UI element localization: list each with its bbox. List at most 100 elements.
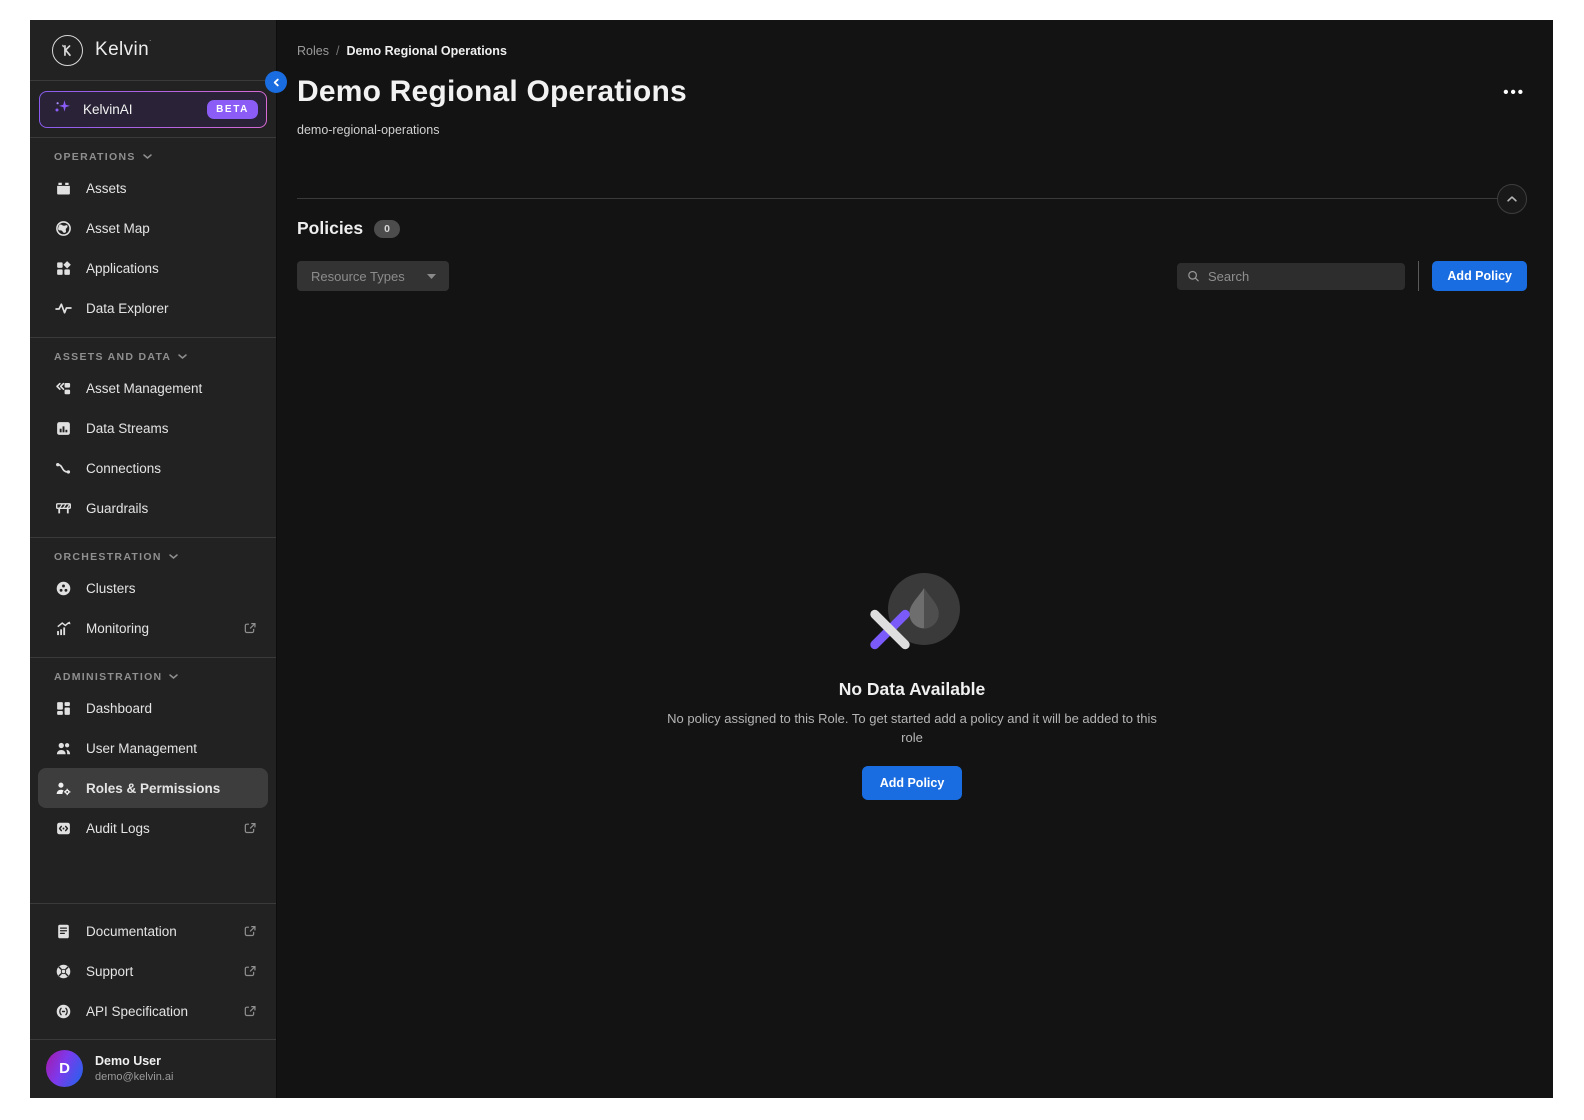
sidebar-item-label: KelvinAI [83,102,133,117]
section-heading-label: ASSETS AND DATA [54,351,171,363]
policies-section-header: Policies 0 [297,218,1527,239]
sidebar-item-user-management[interactable]: User Management [38,728,268,768]
sidebar-footer: Documentation Support API Specification … [30,903,276,1098]
sidebar-item-label: Dashboard [86,701,152,716]
sidebar-item-label: Asset Map [86,221,150,236]
sidebar-item-label: API Specification [86,1004,188,1019]
section-heading-assets-and-data[interactable]: ASSETS AND DATA [30,338,276,368]
sidebar-item-label: Asset Management [86,381,202,396]
beta-badge: BETA [207,100,258,119]
sidebar-item-assets[interactable]: Assets [38,168,268,208]
empty-state: No Data Available No policy assigned to … [297,573,1527,800]
section-heading-label: OPERATIONS [54,151,136,163]
divider-line [297,198,1513,199]
breadcrumb-roles-link[interactable]: Roles [297,44,329,58]
add-policy-button[interactable]: Add Policy [1432,261,1527,291]
support-icon [54,963,72,980]
external-link-icon [243,964,257,978]
sidebar-item-label: Guardrails [86,501,148,516]
empty-state-title: No Data Available [839,679,986,700]
header-divider [297,184,1527,214]
chevron-down-icon [169,674,178,680]
sidebar-item-documentation[interactable]: Documentation [38,911,268,951]
asset-management-icon [54,380,72,397]
api-specification-icon [54,1003,72,1020]
app-window: Kelvin˙ KelvinAI BETA OPERATIONS Assets … [30,20,1553,1098]
sidebar-item-label: Monitoring [86,621,149,636]
collapse-sidebar-button[interactable] [265,71,287,93]
sidebar-item-label: Documentation [86,924,177,939]
sidebar-item-audit-logs[interactable]: Audit Logs [38,808,268,848]
dashboard-icon [54,700,72,717]
more-options-button[interactable]: ••• [1501,80,1527,105]
external-link-icon [243,821,257,835]
sidebar-item-label: Data Streams [86,421,169,436]
empty-state-description: No policy assigned to this Role. To get … [660,710,1165,748]
no-data-icon [862,573,962,657]
data-streams-icon [54,420,72,437]
sidebar-item-applications[interactable]: Applications [38,248,268,288]
user-management-icon [54,740,72,757]
sidebar-item-monitoring[interactable]: Monitoring [38,608,268,648]
user-name: Demo User [95,1054,173,1068]
chevron-down-icon [169,554,178,560]
caret-down-icon [427,274,436,279]
user-email: demo@kelvin.ai [95,1071,173,1083]
sidebar-item-label: Assets [86,181,127,196]
sidebar-item-data-explorer[interactable]: Data Explorer [38,288,268,328]
search-icon [1187,269,1200,283]
sidebar-item-kelvinai[interactable]: KelvinAI BETA [39,91,267,128]
sidebar-item-data-streams[interactable]: Data Streams [38,408,268,448]
brand-trademark: ˙ [149,39,152,49]
sidebar-item-label: Clusters [86,581,136,596]
sidebar-item-label: Applications [86,261,159,276]
brand-logo[interactable]: Kelvin˙ [30,20,276,81]
sidebar-item-clusters[interactable]: Clusters [38,568,268,608]
documentation-icon [54,923,72,940]
section-heading-label: ORCHESTRATION [54,551,162,563]
sidebar-item-asset-map[interactable]: Asset Map [38,208,268,248]
resource-types-label: Resource Types [311,269,405,284]
chevron-down-icon [143,154,152,160]
sidebar: Kelvin˙ KelvinAI BETA OPERATIONS Assets … [30,20,277,1098]
main-content: Roles / Demo Regional Operations Demo Re… [277,20,1553,1098]
user-profile[interactable]: D Demo User demo@kelvin.ai [30,1040,276,1098]
sidebar-item-api-specification[interactable]: API Specification [38,991,268,1031]
sidebar-item-support[interactable]: Support [38,951,268,991]
section-heading-operations[interactable]: OPERATIONS [30,138,276,168]
roles-permissions-icon [54,780,72,797]
section-heading-administration[interactable]: ADMINISTRATION [30,658,276,688]
sidebar-item-label: Support [86,964,133,979]
connections-icon [54,460,72,477]
brand-name: Kelvin˙ [95,39,153,61]
sidebar-item-connections[interactable]: Connections [38,448,268,488]
section-heading-orchestration[interactable]: ORCHESTRATION [30,538,276,568]
external-link-icon [243,621,257,635]
external-link-icon [243,1004,257,1018]
search-input[interactable] [1208,269,1395,284]
sidebar-item-label: Roles & Permissions [86,781,220,796]
x-mark-icon [862,601,918,657]
chevron-left-icon [271,77,282,88]
sidebar-item-asset-management[interactable]: Asset Management [38,368,268,408]
breadcrumb-separator: / [336,44,339,58]
page-title: Demo Regional Operations [297,75,687,109]
toolbar-divider [1418,261,1419,291]
sidebar-item-guardrails[interactable]: Guardrails [38,488,268,528]
policies-toolbar: Resource Types Add Policy [297,261,1527,291]
kelvin-logo-icon [52,35,83,66]
add-policy-button-empty-state[interactable]: Add Policy [862,766,963,800]
sidebar-item-dashboard[interactable]: Dashboard [38,688,268,728]
data-explorer-icon [54,300,72,317]
policies-count-badge: 0 [374,220,400,238]
audit-logs-icon [54,820,72,837]
collapse-panel-button[interactable] [1497,184,1527,214]
resource-types-dropdown[interactable]: Resource Types [297,261,449,291]
sparkles-icon [53,98,71,121]
sidebar-item-label: Audit Logs [86,821,150,836]
breadcrumb: Roles / Demo Regional Operations [297,20,1527,58]
sidebar-item-roles-permissions[interactable]: Roles & Permissions [38,768,268,808]
sidebar-item-label: Connections [86,461,161,476]
clusters-icon [54,580,72,597]
page-subtitle: demo-regional-operations [297,123,1527,137]
